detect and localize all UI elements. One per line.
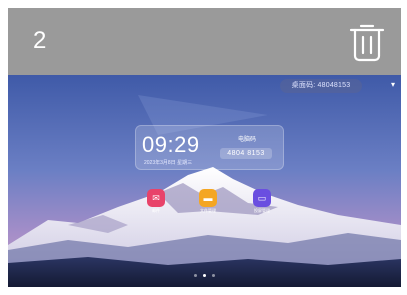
clock-time: 09:29 [142,132,200,157]
clock-widget: 09:29 2023年3月8日 星期三 电脑码 4804 8153 [135,125,284,170]
app-label: 邮件 [152,208,160,213]
page-number: 2 [33,27,47,54]
mail-icon: ✉ [147,189,165,207]
chevron-down-icon[interactable]: ▾ [391,80,395,89]
network-label: 电脑码 [238,137,257,143]
topbar-pill: 桌面码: 48048153 [280,79,362,93]
page-dot[interactable] [193,274,197,277]
screen-preview[interactable]: 桌面码: 48048153 ▾ 09:29 2023年3月8日 星期三 电脑码 … [8,75,401,287]
mountain-wallpaper [8,75,401,287]
app-label: 投屏管理 [254,208,270,213]
app-mail[interactable]: ✉ 邮件 [145,189,167,214]
page-indicator [8,264,401,282]
network-value: 4804 8153 [220,148,272,159]
app-cast[interactable]: ▭ 投屏管理 [251,189,273,214]
screen-icon: ▭ [253,189,271,207]
page-dot[interactable] [212,274,216,277]
folder-icon: ▬ [199,189,217,207]
page-header: 2 [8,8,401,75]
clock-date: 2023年3月8日 星期三 [144,160,193,166]
app-label: 文件管理 [200,208,216,213]
app-files[interactable]: ▬ 文件管理 [197,189,219,214]
trash-icon[interactable] [347,18,387,64]
page-dot-active[interactable] [203,274,206,277]
